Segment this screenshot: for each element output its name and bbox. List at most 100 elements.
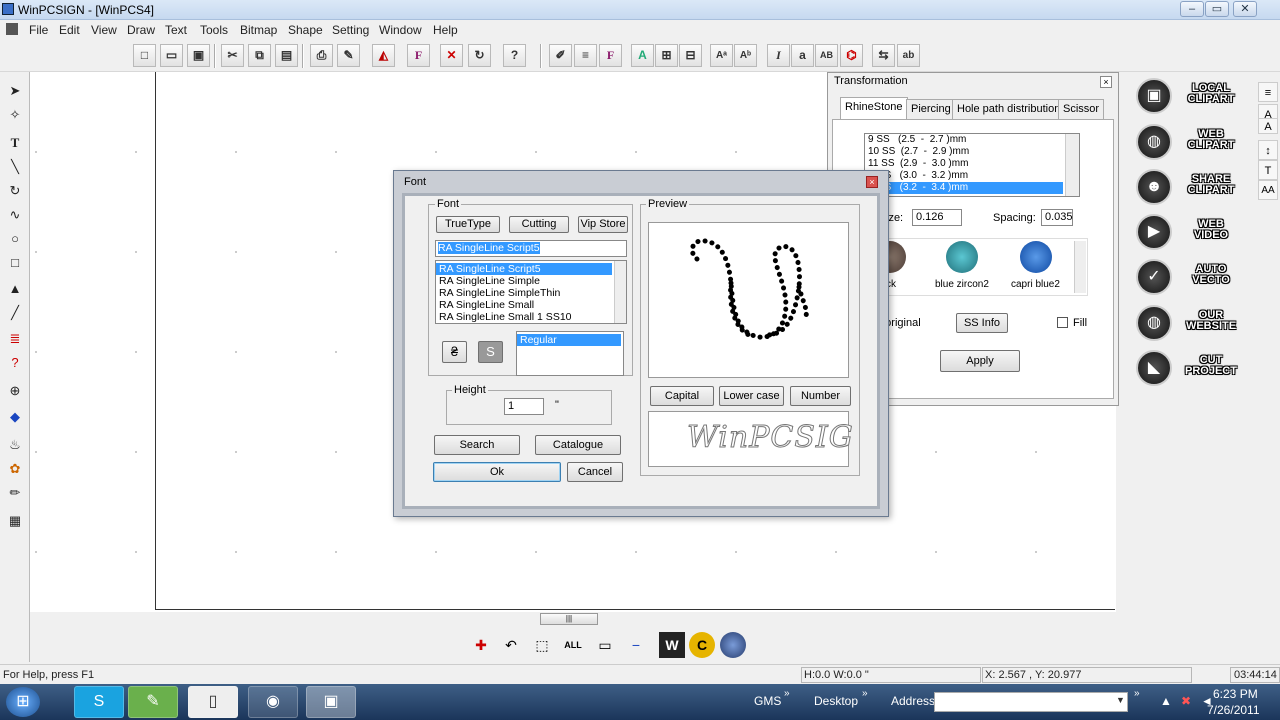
solid-style-icon[interactable]: S: [478, 341, 503, 363]
ab-icon[interactable]: AB: [815, 44, 838, 67]
kerning-icon[interactable]: ⇆: [872, 44, 895, 67]
menu-help[interactable]: Help: [433, 23, 458, 37]
help-tool-icon[interactable]: ?: [4, 352, 26, 374]
list-item-selected[interactable]: Regular: [517, 334, 621, 346]
text-baseline-icon[interactable]: T: [1258, 160, 1278, 180]
palette-icon[interactable]: ✿: [4, 458, 26, 480]
list-item[interactable]: 9 SS (2.5 - 2.7 )mm: [865, 134, 1063, 146]
cancel-button[interactable]: Cancel: [567, 462, 623, 482]
restore-icon[interactable]: ▭: [1205, 1, 1229, 17]
close-icon[interactable]: ✕: [1233, 1, 1257, 17]
text-align-left-icon[interactable]: ≡: [1258, 82, 1278, 102]
desktop-toolbar[interactable]: Desktop: [814, 694, 858, 708]
horizontal-scrollbar[interactable]: [155, 612, 1115, 626]
select-arrow-icon[interactable]: ➤: [4, 80, 26, 102]
share-clipart-button[interactable]: ☻ SHARE CLIPART: [1136, 169, 1248, 205]
style-list[interactable]: Regular: [516, 331, 624, 376]
pencil-tool-icon[interactable]: ✏: [4, 482, 26, 504]
print-icon[interactable]: ⎙: [310, 44, 333, 67]
search-button[interactable]: Search: [434, 435, 520, 455]
network-icon[interactable]: ✖: [1181, 694, 1191, 708]
menu-shape[interactable]: Shape: [288, 23, 323, 37]
knife-tool-icon[interactable]: ╱: [4, 302, 26, 324]
font-icon[interactable]: F: [407, 44, 430, 67]
evernote-icon[interactable]: ✎: [128, 686, 178, 718]
stone-scrollbar[interactable]: [1074, 241, 1086, 293]
save-icon[interactable]: ▣: [187, 44, 210, 67]
truetype-button[interactable]: TrueType: [436, 216, 500, 233]
our-website-button[interactable]: ◍ OUR WEBSITE: [1136, 305, 1248, 341]
list-item[interactable]: RA SingleLine Small 1 SS10: [436, 311, 612, 323]
cut-plotter-icon[interactable]: ◭: [372, 44, 395, 67]
web-video-button[interactable]: ▶ WEB VIDEO: [1136, 214, 1248, 250]
horizontal-scroll-thumb[interactable]: |||: [540, 613, 598, 625]
add-zoom-icon[interactable]: ✚: [468, 632, 494, 658]
list-item[interactable]: RA SingleLine Simple: [436, 275, 612, 287]
clock-time[interactable]: 6:23 PM: [1213, 687, 1258, 701]
bezier-tool-icon[interactable]: ∿: [4, 204, 26, 226]
zoom-tool-icon[interactable]: ⊕: [4, 380, 26, 402]
menu-tools[interactable]: Tools: [200, 23, 228, 37]
chevron-icon[interactable]: »: [784, 688, 790, 699]
fill-text-icon[interactable]: ≣: [4, 328, 26, 350]
list-item[interactable]: 11 SS (2.9 - 3.0 )mm: [865, 158, 1063, 170]
fill-checkbox[interactable]: [1057, 317, 1068, 328]
tab-piercing[interactable]: Piercing: [906, 99, 956, 119]
calculator-icon[interactable]: ▦: [4, 510, 26, 532]
shape-icon[interactable]: ⌬: [840, 44, 863, 67]
text-block-icon[interactable]: ⊟: [679, 44, 702, 67]
catalogue-button[interactable]: Catalogue: [535, 435, 621, 455]
menu-draw[interactable]: Draw: [127, 23, 155, 37]
menu-window[interactable]: Window: [379, 23, 422, 37]
ab-box-icon[interactable]: ab: [897, 44, 920, 67]
menu-file[interactable]: File: [29, 23, 48, 37]
line-tool-icon[interactable]: ╲: [4, 156, 26, 178]
chevron-icon[interactable]: »: [862, 688, 868, 699]
close-icon[interactable]: ×: [1100, 76, 1112, 88]
gms-toolbar[interactable]: GMS: [754, 694, 781, 708]
zoom-all-icon[interactable]: ALL: [560, 632, 586, 658]
list-scrollbar[interactable]: [614, 261, 626, 323]
list-item-selected[interactable]: RA SingleLine Script5: [436, 263, 612, 275]
list-item[interactable]: RA SingleLine Small: [436, 299, 612, 311]
plot-icon[interactable]: ✎: [337, 44, 360, 67]
text-path-icon[interactable]: A: [631, 44, 654, 67]
copy-icon[interactable]: ⧉: [248, 44, 271, 67]
undo-zoom-icon[interactable]: ↶: [498, 632, 524, 658]
vip-store-button[interactable]: Vip Store: [578, 216, 628, 233]
text-a-icon[interactable]: a: [791, 44, 814, 67]
text-caps-icon[interactable]: AA: [1258, 180, 1278, 200]
winpcsign-task-icon[interactable]: ▣: [306, 686, 356, 718]
globe-icon[interactable]: [720, 632, 746, 658]
gem-swatch[interactable]: [1020, 241, 1052, 273]
rotate-tool-icon[interactable]: ↻: [4, 180, 26, 202]
cutting-button[interactable]: Cutting: [509, 216, 569, 233]
menu-setting[interactable]: Setting: [332, 23, 369, 37]
paint-bucket-icon[interactable]: ♨: [4, 434, 26, 456]
list-item-selected[interactable]: S (3.2 - 3.4 )mm: [865, 182, 1063, 194]
web-clipart-button[interactable]: ◍ WEB CLIPART: [1136, 124, 1248, 160]
tray-arrow-icon[interactable]: ▲: [1160, 694, 1172, 708]
text-tool-icon[interactable]: T: [4, 132, 26, 154]
cut-icon[interactable]: ✂: [221, 44, 244, 67]
font-list[interactable]: RA SingleLine Script5 RA SingleLine Simp…: [435, 260, 627, 324]
text-size-down-icon[interactable]: A: [1258, 118, 1278, 134]
paste-icon[interactable]: ▤: [275, 44, 298, 67]
lower-case-button[interactable]: Lower case: [719, 386, 784, 406]
size-field[interactable]: 0.126: [912, 209, 962, 226]
delete-icon[interactable]: ✕: [440, 44, 463, 67]
height-field[interactable]: 1: [504, 398, 544, 415]
list-item[interactable]: S (3.0 - 3.2 )mm: [865, 170, 1063, 182]
text-size-icon[interactable]: Aᵃ: [710, 44, 733, 67]
chrome-icon[interactable]: ◉: [248, 686, 298, 718]
start-button-icon[interactable]: ⊞: [6, 687, 40, 717]
chevron-icon[interactable]: »: [1134, 688, 1140, 699]
gem-swatch[interactable]: [946, 241, 978, 273]
menu-bitmap[interactable]: Bitmap: [240, 23, 277, 37]
open-icon[interactable]: ▭: [160, 44, 183, 67]
list-scrollbar[interactable]: [1065, 134, 1079, 196]
dropdown-icon[interactable]: ▼: [1116, 695, 1125, 705]
address-input[interactable]: [934, 692, 1128, 712]
menu-edit[interactable]: Edit: [59, 23, 80, 37]
ok-button[interactable]: Ok: [433, 462, 561, 482]
